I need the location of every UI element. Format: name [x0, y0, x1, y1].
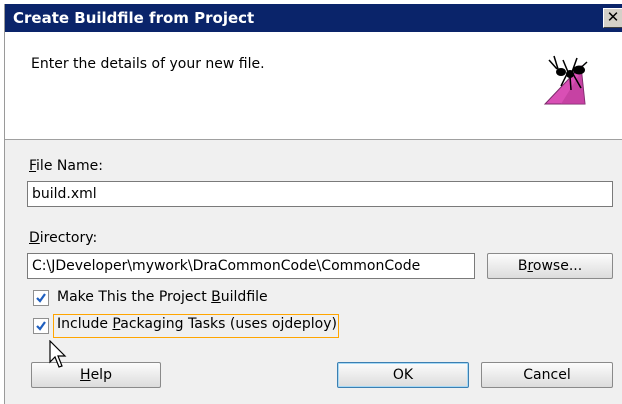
file-name-label: File Name:	[29, 158, 103, 174]
include-packaging-checkbox[interactable]	[33, 318, 49, 334]
title-bar: Create Buildfile from Project ✕	[5, 4, 622, 32]
ok-button[interactable]: OK	[337, 362, 469, 388]
cancel-button[interactable]: Cancel	[481, 362, 613, 388]
header-description: Enter the details of your new file.	[31, 56, 265, 72]
make-project-buildfile-checkbox[interactable]	[33, 290, 49, 306]
include-packaging-label[interactable]: Include Packaging Tasks (uses ojdeploy)	[57, 316, 337, 332]
directory-input[interactable]	[27, 253, 475, 279]
directory-label: Directory:	[29, 230, 98, 246]
browse-button[interactable]: Browse...	[487, 253, 613, 279]
header-panel: Enter the details of your new file.	[5, 32, 622, 140]
close-button[interactable]: ✕	[603, 8, 622, 28]
ant-icon	[543, 55, 588, 105]
make-project-buildfile-label[interactable]: Make This the Project Buildfile	[57, 289, 268, 305]
checkmark-icon	[36, 293, 46, 303]
checkmark-icon	[36, 321, 46, 331]
create-buildfile-dialog: Create Buildfile from Project ✕ Enter th…	[4, 4, 622, 404]
mouse-pointer-icon	[49, 340, 67, 368]
dialog-title: Create Buildfile from Project	[13, 9, 255, 27]
file-name-input[interactable]	[27, 181, 613, 207]
close-icon: ✕	[606, 8, 620, 26]
